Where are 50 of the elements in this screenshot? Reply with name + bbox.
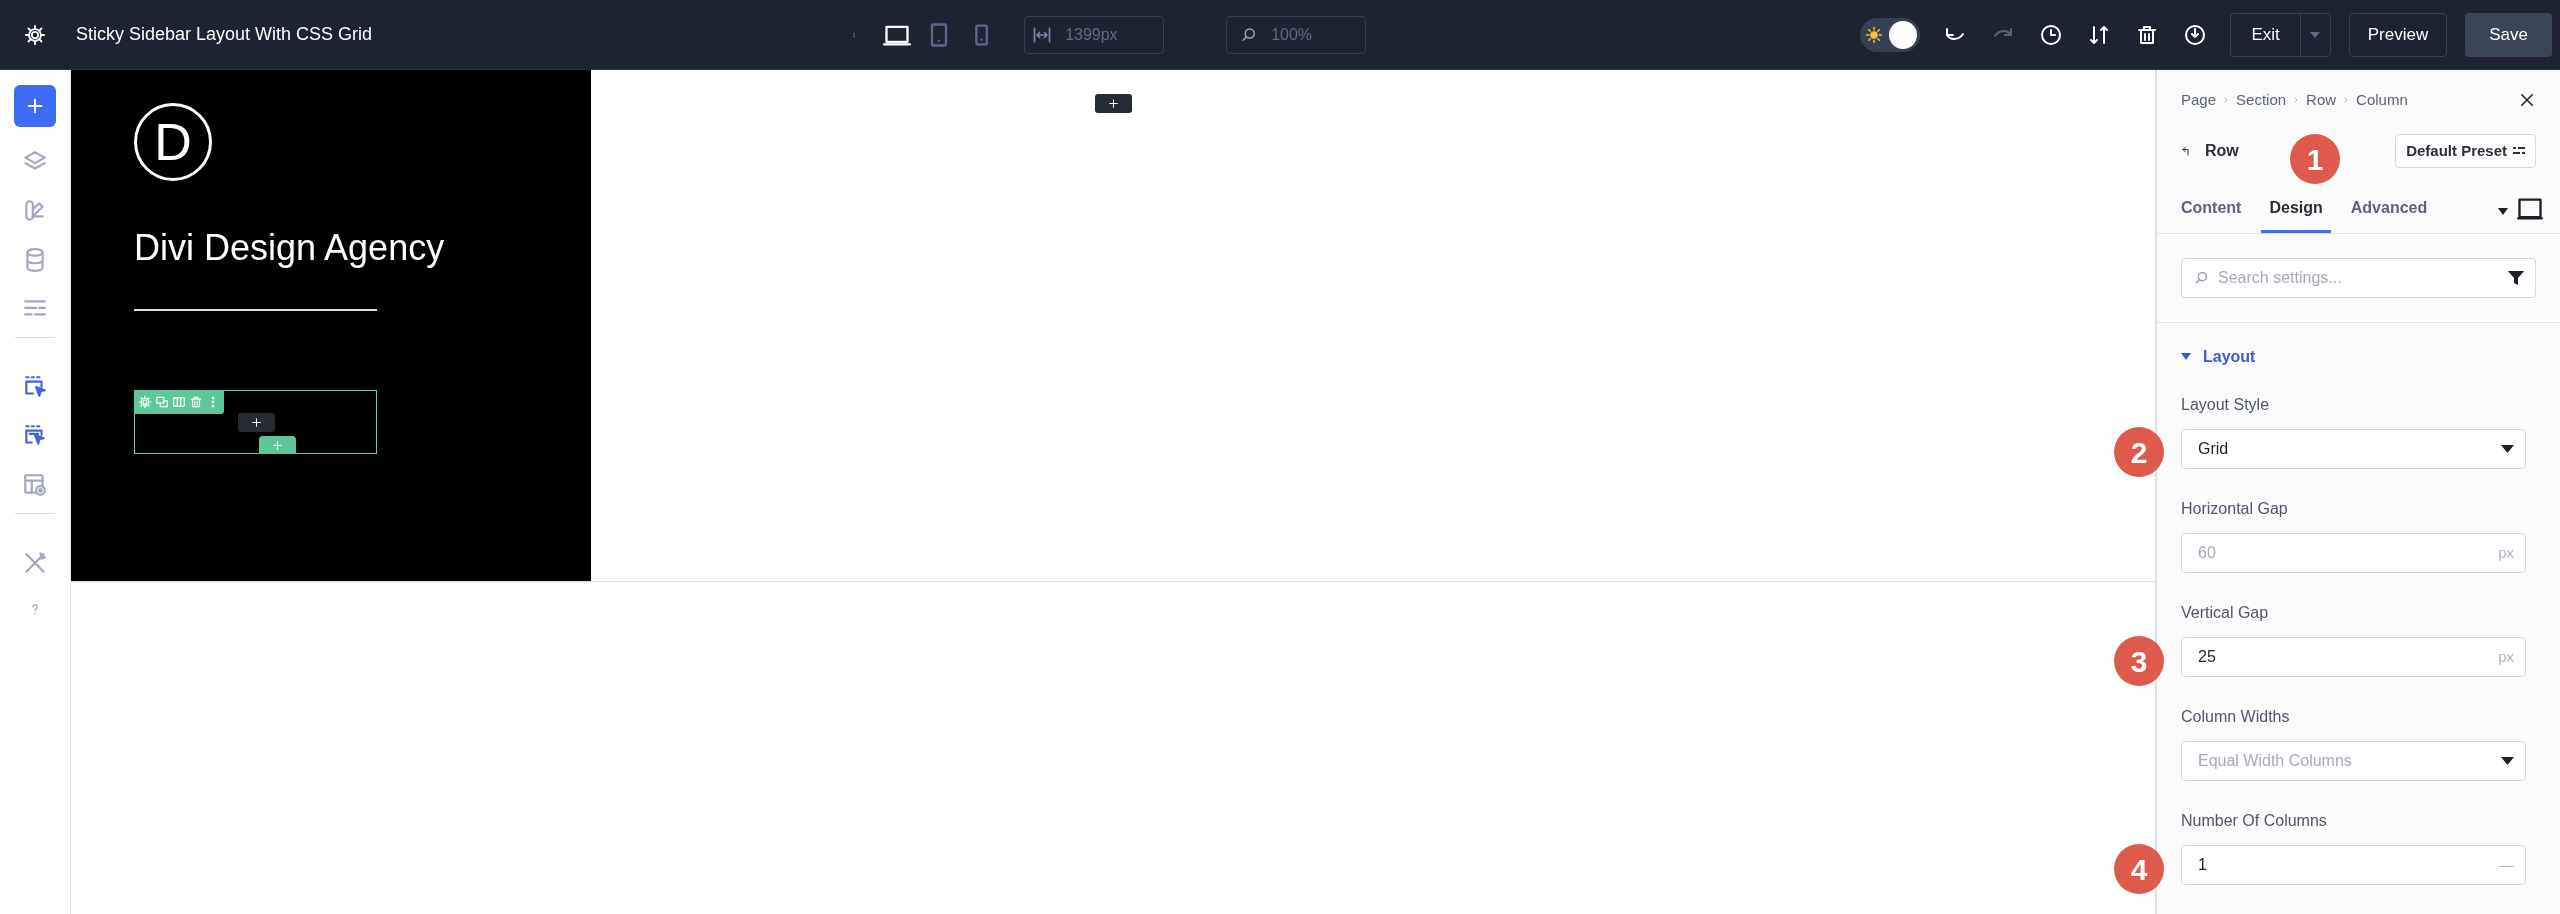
unit-label: px bbox=[2498, 542, 2514, 563]
preset-button[interactable]: Default Preset bbox=[2395, 134, 2536, 168]
site-heading: Divi Design Agency bbox=[134, 226, 446, 270]
preview-button[interactable]: Preview bbox=[2348, 12, 2448, 57]
zoom-field[interactable]: 100% bbox=[1226, 15, 1367, 54]
field-label: Layout Style bbox=[2181, 395, 2271, 415]
caret-down-icon bbox=[2501, 757, 2514, 765]
close-icon[interactable] bbox=[2518, 91, 2536, 109]
caret-down-icon[interactable] bbox=[2498, 207, 2508, 215]
theme-toggle[interactable] bbox=[1860, 17, 1921, 52]
settings-icon[interactable] bbox=[24, 23, 46, 46]
field-label: Column Widths bbox=[2181, 707, 2291, 727]
unit-label: px bbox=[2498, 646, 2514, 667]
search-icon bbox=[2193, 270, 2209, 286]
caret-icon bbox=[2181, 353, 2191, 361]
search-field[interactable]: Search settings... bbox=[2181, 258, 2536, 298]
tab[interactable]: Advanced bbox=[2342, 192, 2436, 233]
row-outline[interactable] bbox=[134, 390, 377, 454]
breadcrumb-link[interactable]: Row bbox=[2306, 88, 2337, 112]
breadcrumb-link[interactable]: Page bbox=[2181, 88, 2217, 112]
save-button[interactable]: Save bbox=[2465, 12, 2552, 57]
field-label: Horizontal Gap bbox=[2181, 499, 2289, 519]
select-field[interactable]: Grid bbox=[2181, 429, 2526, 469]
add-section-button[interactable] bbox=[1094, 94, 1132, 113]
step-badge: 3 bbox=[2114, 636, 2164, 686]
sun-icon bbox=[1865, 25, 1884, 44]
unit-label: — bbox=[2499, 854, 2514, 875]
back-button[interactable]: Row bbox=[2181, 139, 2239, 163]
plus-icon bbox=[271, 438, 284, 452]
layout-group-toggle[interactable]: Layout bbox=[2181, 345, 2256, 369]
caret-down-icon bbox=[2501, 445, 2514, 453]
plus-icon bbox=[1106, 97, 1120, 110]
layout-preview-icon[interactable] bbox=[21, 471, 49, 499]
preset-icon bbox=[2513, 146, 2525, 156]
add-module-button[interactable] bbox=[238, 413, 275, 432]
field-label: Vertical Gap bbox=[2181, 603, 2270, 623]
width-field[interactable]: 1399px bbox=[1024, 15, 1165, 54]
breadcrumb-link[interactable]: Section bbox=[2236, 88, 2287, 112]
logo: D bbox=[134, 103, 212, 181]
breadcrumb-link[interactable]: Column bbox=[2356, 88, 2408, 112]
step-badge: 2 bbox=[2114, 427, 2164, 477]
field-label: Number Of Columns bbox=[2181, 811, 2328, 831]
page-title: Sticky Sidebar Layout With CSS Grid bbox=[76, 23, 373, 46]
select-field[interactable]: Equal Width Columns bbox=[2181, 741, 2526, 781]
plus-icon bbox=[250, 416, 263, 429]
step-badge: 4 bbox=[2114, 844, 2164, 894]
tab[interactable]: Design bbox=[2261, 192, 2331, 233]
add-button[interactable] bbox=[14, 85, 56, 127]
tab[interactable]: Content bbox=[2173, 192, 2250, 233]
filter-icon[interactable] bbox=[2508, 270, 2524, 286]
